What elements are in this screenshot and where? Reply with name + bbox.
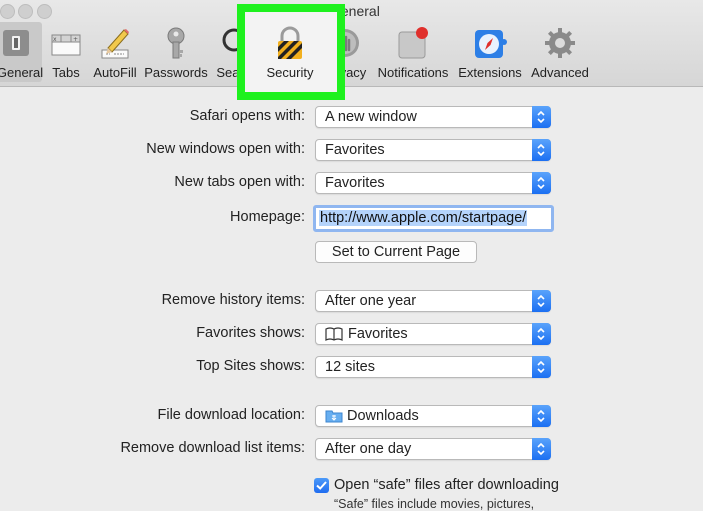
tab-advanced[interactable]: Advanced xyxy=(528,22,592,82)
download-location-popup[interactable]: Downloads xyxy=(315,405,551,427)
top-sites-popup[interactable]: 12 sites xyxy=(315,356,551,378)
download-location-label: File download location: xyxy=(157,407,305,423)
favorites-shows-label: Favorites shows: xyxy=(196,325,305,341)
homepage-value: http://www.apple.com/startpage/ xyxy=(319,210,528,226)
window-close-button[interactable] xyxy=(0,4,15,19)
padlock-icon xyxy=(273,26,307,60)
favorites-shows-popup[interactable]: Favorites xyxy=(315,323,551,345)
notification-badge-icon xyxy=(396,26,430,60)
remove-history-label: Remove history items: xyxy=(161,292,305,308)
tab-autofill-label: AutoFill xyxy=(93,65,137,80)
safari-opens-label: Safari opens with: xyxy=(189,108,305,124)
tab-passwords-label: Passwords xyxy=(144,65,208,80)
tab-extensions[interactable]: Extensions xyxy=(458,22,522,82)
pencil-form-icon xyxy=(98,26,132,60)
favorites-shows-value: Favorites xyxy=(348,326,408,342)
popup-arrows-icon xyxy=(532,172,551,194)
remove-history-popup[interactable]: After one year xyxy=(315,290,551,312)
tabs-icon: x + xyxy=(49,26,83,60)
open-safe-label: Open “safe” files after downloading xyxy=(334,477,559,493)
checkmark-icon xyxy=(316,481,327,490)
switch-icon xyxy=(0,26,34,60)
top-sites-value: 12 sites xyxy=(325,359,375,375)
new-tabs-label: New tabs open with: xyxy=(174,174,305,190)
popup-arrows-icon xyxy=(532,405,551,427)
popup-arrows-icon xyxy=(532,106,551,128)
tab-extensions-label: Extensions xyxy=(458,65,522,80)
tab-security[interactable]: Security xyxy=(262,22,318,82)
preferences-toolbar: General General x + Tabs AutoFill Passwor… xyxy=(0,0,703,87)
tab-security-label: Security xyxy=(266,65,314,80)
safari-opens-popup[interactable]: A new window xyxy=(315,106,551,128)
svg-text:+: + xyxy=(73,36,78,43)
tab-notifications-label: Notifications xyxy=(377,65,449,80)
new-windows-popup[interactable]: Favorites xyxy=(315,139,551,161)
set-current-page-button[interactable]: Set to Current Page xyxy=(315,241,477,263)
popup-arrows-icon xyxy=(532,356,551,378)
open-safe-checkbox[interactable] xyxy=(314,478,329,493)
svg-text:x: x xyxy=(53,36,57,43)
remove-download-label: Remove download list items: xyxy=(120,440,305,456)
tab-passwords[interactable]: Passwords xyxy=(144,22,208,82)
homepage-field[interactable]: http://www.apple.com/startpage/ xyxy=(313,205,554,232)
tab-general-label: General xyxy=(0,65,44,80)
remove-download-popup[interactable]: After one day xyxy=(315,438,551,460)
safari-opens-value: A new window xyxy=(325,109,417,125)
window-zoom-button[interactable] xyxy=(37,4,52,19)
download-location-value: Downloads xyxy=(347,408,419,424)
tab-autofill[interactable]: AutoFill xyxy=(90,22,140,82)
tab-notifications[interactable]: Notifications xyxy=(374,22,452,82)
new-windows-value: Favorites xyxy=(325,142,385,158)
popup-arrows-icon xyxy=(532,290,551,312)
homepage-label: Homepage: xyxy=(230,209,305,225)
new-windows-label: New windows open with: xyxy=(146,141,305,157)
tab-advanced-label: Advanced xyxy=(531,65,589,80)
open-safe-sub: “Safe” files include movies, pictures, xyxy=(334,497,535,511)
tab-tabs-label: Tabs xyxy=(52,65,80,80)
popup-arrows-icon xyxy=(532,438,551,460)
key-icon xyxy=(159,26,193,60)
tab-tabs[interactable]: x + Tabs xyxy=(44,22,88,82)
new-tabs-value: Favorites xyxy=(325,175,385,191)
popup-arrows-icon xyxy=(532,323,551,345)
folder-icon xyxy=(325,409,343,427)
new-tabs-popup[interactable]: Favorites xyxy=(315,172,551,194)
gear-icon xyxy=(543,26,577,60)
book-icon xyxy=(325,327,343,345)
window-minimize-button[interactable] xyxy=(18,4,33,19)
tab-general[interactable]: General xyxy=(0,22,43,82)
top-sites-label: Top Sites shows: xyxy=(196,358,305,374)
remove-history-value: After one year xyxy=(325,293,417,309)
remove-download-value: After one day xyxy=(325,441,412,457)
popup-arrows-icon xyxy=(532,139,551,161)
compass-puzzle-icon xyxy=(473,26,507,60)
